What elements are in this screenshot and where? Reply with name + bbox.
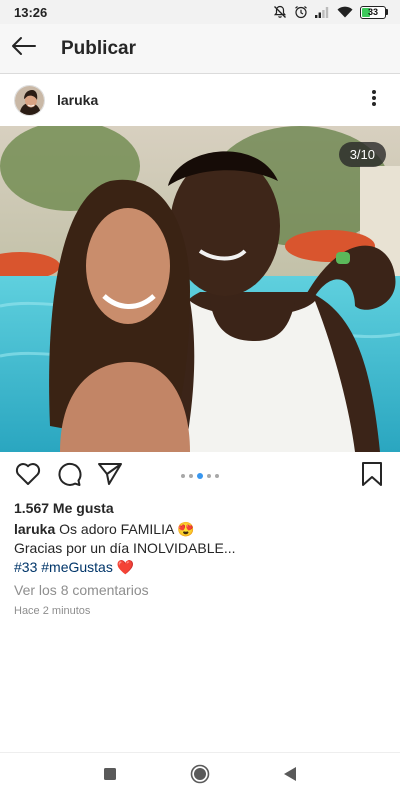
carousel-dot — [189, 474, 193, 478]
square-icon — [103, 767, 117, 786]
post-timestamp: Hace 2 minutos — [14, 605, 91, 617]
red-heart-emoji: ❤️ — [116, 559, 135, 575]
comment-bubble-icon — [56, 461, 82, 492]
likes-count[interactable]: 1.567 Me gusta — [14, 500, 114, 516]
like-button[interactable] — [12, 460, 44, 492]
status-time: 13:26 — [14, 4, 48, 20]
app-bar: Publicar — [0, 24, 400, 74]
system-nav-bar — [0, 752, 400, 800]
caption-text-1: Os adoro FAMILIA — [59, 521, 174, 537]
status-icons: 33 — [273, 5, 388, 19]
hashtag-link[interactable]: #meGustas — [41, 559, 113, 575]
circle-icon — [190, 764, 210, 789]
post-photo[interactable]: 3/10 — [0, 126, 400, 452]
vertical-dots-icon — [371, 89, 377, 112]
battery-icon: 33 — [360, 5, 388, 19]
smiling-heart-eyes-emoji: 😍 — [177, 521, 195, 537]
view-comments-link[interactable]: Ver los 8 comentarios — [14, 582, 149, 598]
home-button[interactable] — [188, 764, 212, 789]
status-bar: 13:26 33 — [0, 0, 400, 24]
paper-plane-icon — [97, 462, 123, 491]
wifi-icon — [337, 6, 353, 18]
image-counter-badge: 3/10 — [338, 142, 386, 167]
bookmark-icon — [361, 461, 383, 492]
caption-line-3: #33 #meGustas ❤️ — [14, 558, 386, 577]
carousel-dot — [197, 473, 203, 479]
caption-username[interactable]: laruka — [14, 521, 55, 537]
hashtag-link[interactable]: #33 — [14, 559, 37, 575]
more-options-button[interactable] — [362, 85, 386, 115]
recents-button[interactable] — [98, 765, 122, 789]
carousel-indicator — [181, 473, 219, 479]
carousel-dot — [215, 474, 219, 478]
triangle-back-icon — [283, 766, 297, 787]
signal-icon — [315, 6, 330, 18]
battery-level: 33 — [367, 7, 378, 17]
heart-outline-icon — [15, 462, 41, 491]
page-title: Publicar — [61, 37, 136, 59]
arrow-left-icon — [11, 36, 37, 61]
share-button[interactable] — [94, 460, 126, 492]
post-header: laruka — [0, 75, 400, 125]
back-button[interactable] — [0, 24, 48, 74]
comment-button[interactable] — [53, 460, 85, 492]
caption-line-2: Gracias por un día INOLVIDABLE... — [14, 540, 236, 556]
caption-line-1: laruka Os adoro FAMILIA 😍 — [14, 520, 386, 539]
carousel-dot — [181, 474, 185, 478]
post-actions — [0, 456, 400, 496]
carousel-dot — [207, 474, 211, 478]
mute-bell-icon — [273, 5, 287, 19]
back-nav-button[interactable] — [278, 765, 302, 789]
post-username[interactable]: laruka — [57, 92, 362, 108]
save-button[interactable] — [356, 460, 388, 492]
avatar[interactable] — [14, 84, 45, 116]
alarm-clock-icon — [294, 5, 308, 19]
post-caption: laruka Os adoro FAMILIA 😍 Gracias por un… — [14, 520, 386, 577]
